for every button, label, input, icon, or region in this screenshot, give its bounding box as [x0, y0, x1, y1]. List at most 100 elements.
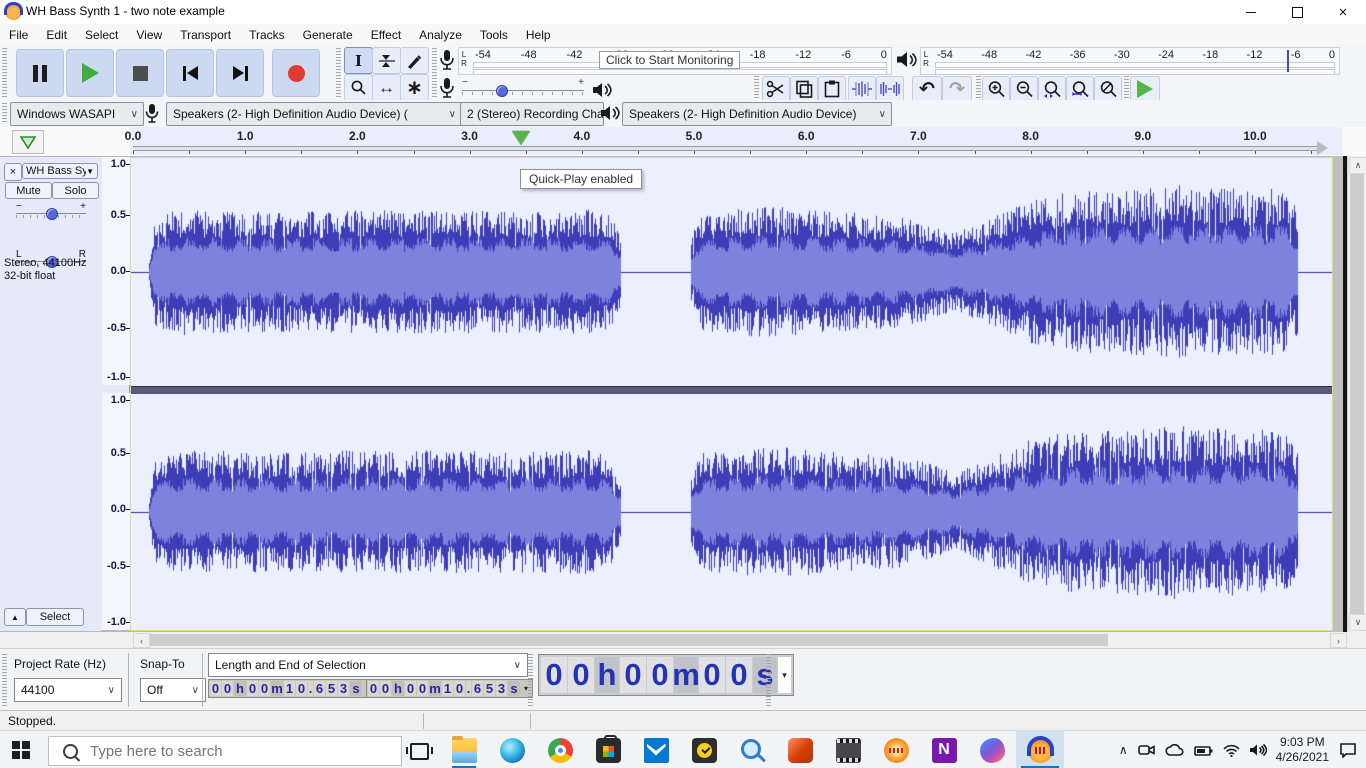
- vertical-scrollbar[interactable]: ∧ ∨: [1347, 156, 1366, 632]
- chrome-taskbar-button[interactable]: [536, 731, 584, 768]
- horizontal-scroll-thumb[interactable]: [150, 634, 1108, 646]
- scroll-up-button[interactable]: ∧: [1349, 157, 1366, 174]
- menu-item[interactable]: Tracks: [240, 28, 294, 42]
- recording-volume-slider[interactable]: − +: [462, 79, 584, 101]
- video-editor-taskbar-button[interactable]: [824, 731, 872, 768]
- draw-tool-button[interactable]: [400, 47, 429, 74]
- toolbar-grip[interactable]: [2, 654, 7, 706]
- vertical-ruler-right-channel[interactable]: 1.00.50.0-0.5-1.0: [102, 393, 131, 630]
- edge-taskbar-button[interactable]: [488, 731, 536, 768]
- mail-taskbar-button[interactable]: [632, 731, 680, 768]
- skip-to-end-button[interactable]: [216, 49, 264, 97]
- fit-project-button[interactable]: [1066, 76, 1094, 102]
- menu-item[interactable]: Help: [517, 28, 560, 42]
- playback-meter-speaker-icon[interactable]: [896, 50, 918, 69]
- menu-item[interactable]: Select: [76, 28, 127, 42]
- wifi-icon[interactable]: [1223, 744, 1240, 757]
- waveform-right-channel[interactable]: [131, 394, 1332, 630]
- skip-to-start-button[interactable]: [166, 49, 214, 97]
- search-input[interactable]: [88, 742, 372, 761]
- time-cell[interactable]: 1: [284, 681, 295, 696]
- time-cell[interactable]: .: [466, 681, 471, 696]
- microsoft-store-taskbar-button[interactable]: [584, 731, 632, 768]
- vertical-ruler-left-channel[interactable]: 1.00.50.0-0.5-1.0: [102, 157, 131, 385]
- time-cell[interactable]: 0: [620, 657, 646, 693]
- audio-host-dropdown[interactable]: Windows WASAPI∨: [10, 102, 144, 126]
- time-cell[interactable]: 0: [454, 681, 465, 696]
- office-taskbar-button[interactable]: [776, 731, 824, 768]
- time-cell[interactable]: h: [595, 657, 619, 693]
- time-cell[interactable]: 3: [496, 681, 507, 696]
- zoom-out-button[interactable]: [1010, 76, 1038, 102]
- zoom-tool-button[interactable]: [344, 74, 373, 101]
- recording-channels-dropdown[interactable]: 2 (Stereo) Recording Chann∨: [460, 102, 604, 126]
- waveform-left-channel[interactable]: [131, 158, 1332, 386]
- output-device-dropdown[interactable]: Speakers (2- High Definition Audio Devic…: [622, 102, 892, 126]
- time-cell[interactable]: 0: [296, 681, 307, 696]
- time-cell[interactable]: m: [674, 657, 698, 693]
- toolbar-grip[interactable]: [976, 76, 981, 100]
- close-button[interactable]: ×: [1320, 0, 1366, 24]
- toolbar-grip[interactable]: [1124, 76, 1129, 100]
- paint-3d-taskbar-button[interactable]: [968, 731, 1016, 768]
- solo-button[interactable]: Solo: [52, 182, 99, 199]
- time-cell[interactable]: 0: [247, 681, 258, 696]
- time-cell[interactable]: 0: [726, 657, 752, 693]
- taskbar-clock[interactable]: 9:03 PM 4/26/2021: [1276, 735, 1329, 765]
- toolbar-grip[interactable]: [528, 654, 533, 706]
- time-cell[interactable]: 0: [568, 657, 594, 693]
- selection-tool-button[interactable]: I: [344, 47, 373, 74]
- time-cell[interactable]: 0: [405, 681, 416, 696]
- trim-audio-button[interactable]: [848, 76, 876, 102]
- time-shift-tool-button[interactable]: ↔: [372, 74, 401, 101]
- paste-button[interactable]: [818, 76, 846, 102]
- meet-now-icon[interactable]: [1137, 743, 1156, 757]
- time-cell[interactable]: m: [271, 681, 283, 696]
- time-cell[interactable]: 5: [326, 681, 337, 696]
- scroll-left-button[interactable]: ‹: [133, 633, 150, 648]
- file-explorer-taskbar-button[interactable]: [440, 731, 488, 768]
- selection-end-timefield[interactable]: 00h00m10.653s▾: [366, 679, 533, 698]
- multi-tool-button[interactable]: ∗: [400, 74, 429, 101]
- menu-item[interactable]: Tools: [471, 28, 517, 42]
- horizontal-scrollbar[interactable]: ‹ ›: [0, 632, 1366, 648]
- toolbar-grip[interactable]: [754, 76, 759, 100]
- task-view-button[interactable]: [410, 743, 429, 760]
- scroll-down-button[interactable]: ∨: [1349, 614, 1366, 631]
- selection-start-timefield[interactable]: 00h00m10.653s▾: [208, 679, 375, 698]
- fit-selection-button[interactable]: [1038, 76, 1066, 102]
- gain-slider[interactable]: − +: [12, 201, 90, 223]
- menu-item[interactable]: Generate: [294, 28, 362, 42]
- monitor-hint[interactable]: Click to Start Monitoring: [599, 51, 740, 69]
- tray-expand-icon[interactable]: ∧: [1119, 743, 1128, 757]
- menu-item[interactable]: Effect: [362, 28, 410, 42]
- pinned-head-button[interactable]: [12, 130, 44, 154]
- silence-audio-button[interactable]: [876, 76, 904, 102]
- norton-taskbar-button[interactable]: [680, 731, 728, 768]
- zoom-in-button[interactable]: [982, 76, 1010, 102]
- track-select-button[interactable]: Select: [26, 608, 84, 626]
- scroll-right-button[interactable]: ›: [1330, 633, 1347, 648]
- menu-item[interactable]: Edit: [37, 28, 76, 42]
- envelope-tool-button[interactable]: [372, 47, 401, 74]
- time-cell[interactable]: s: [508, 681, 520, 696]
- zoom-toggle-button[interactable]: [1094, 76, 1122, 102]
- gain-thumb[interactable]: [46, 208, 58, 220]
- audacity-taskbar-button[interactable]: [1016, 731, 1064, 768]
- mute-button[interactable]: Mute: [5, 182, 52, 199]
- time-cell[interactable]: s: [753, 657, 777, 693]
- magnifier-taskbar-button[interactable]: [728, 731, 776, 768]
- redo-button[interactable]: ↷: [942, 76, 972, 102]
- playback-meter[interactable]: LR -54-48-42-36-30-24-18-12-60: [920, 47, 1340, 75]
- timeline-ruler[interactable]: 0.01.02.03.04.05.06.07.08.09.010.0: [130, 127, 1342, 155]
- time-cell[interactable]: 3: [338, 681, 349, 696]
- menu-item[interactable]: Analyze: [410, 28, 471, 42]
- vertical-scroll-thumb[interactable]: [1350, 174, 1364, 614]
- play-at-speed-button[interactable]: [1130, 76, 1160, 102]
- toolbar-grip[interactable]: [766, 654, 771, 706]
- track-title-dropdown[interactable]: WH Bass Sy ▼: [22, 163, 98, 179]
- audio-app-taskbar-button[interactable]: [872, 731, 920, 768]
- volume-icon[interactable]: [1249, 743, 1267, 757]
- menu-item[interactable]: View: [127, 28, 171, 42]
- onenote-taskbar-button[interactable]: [920, 731, 968, 768]
